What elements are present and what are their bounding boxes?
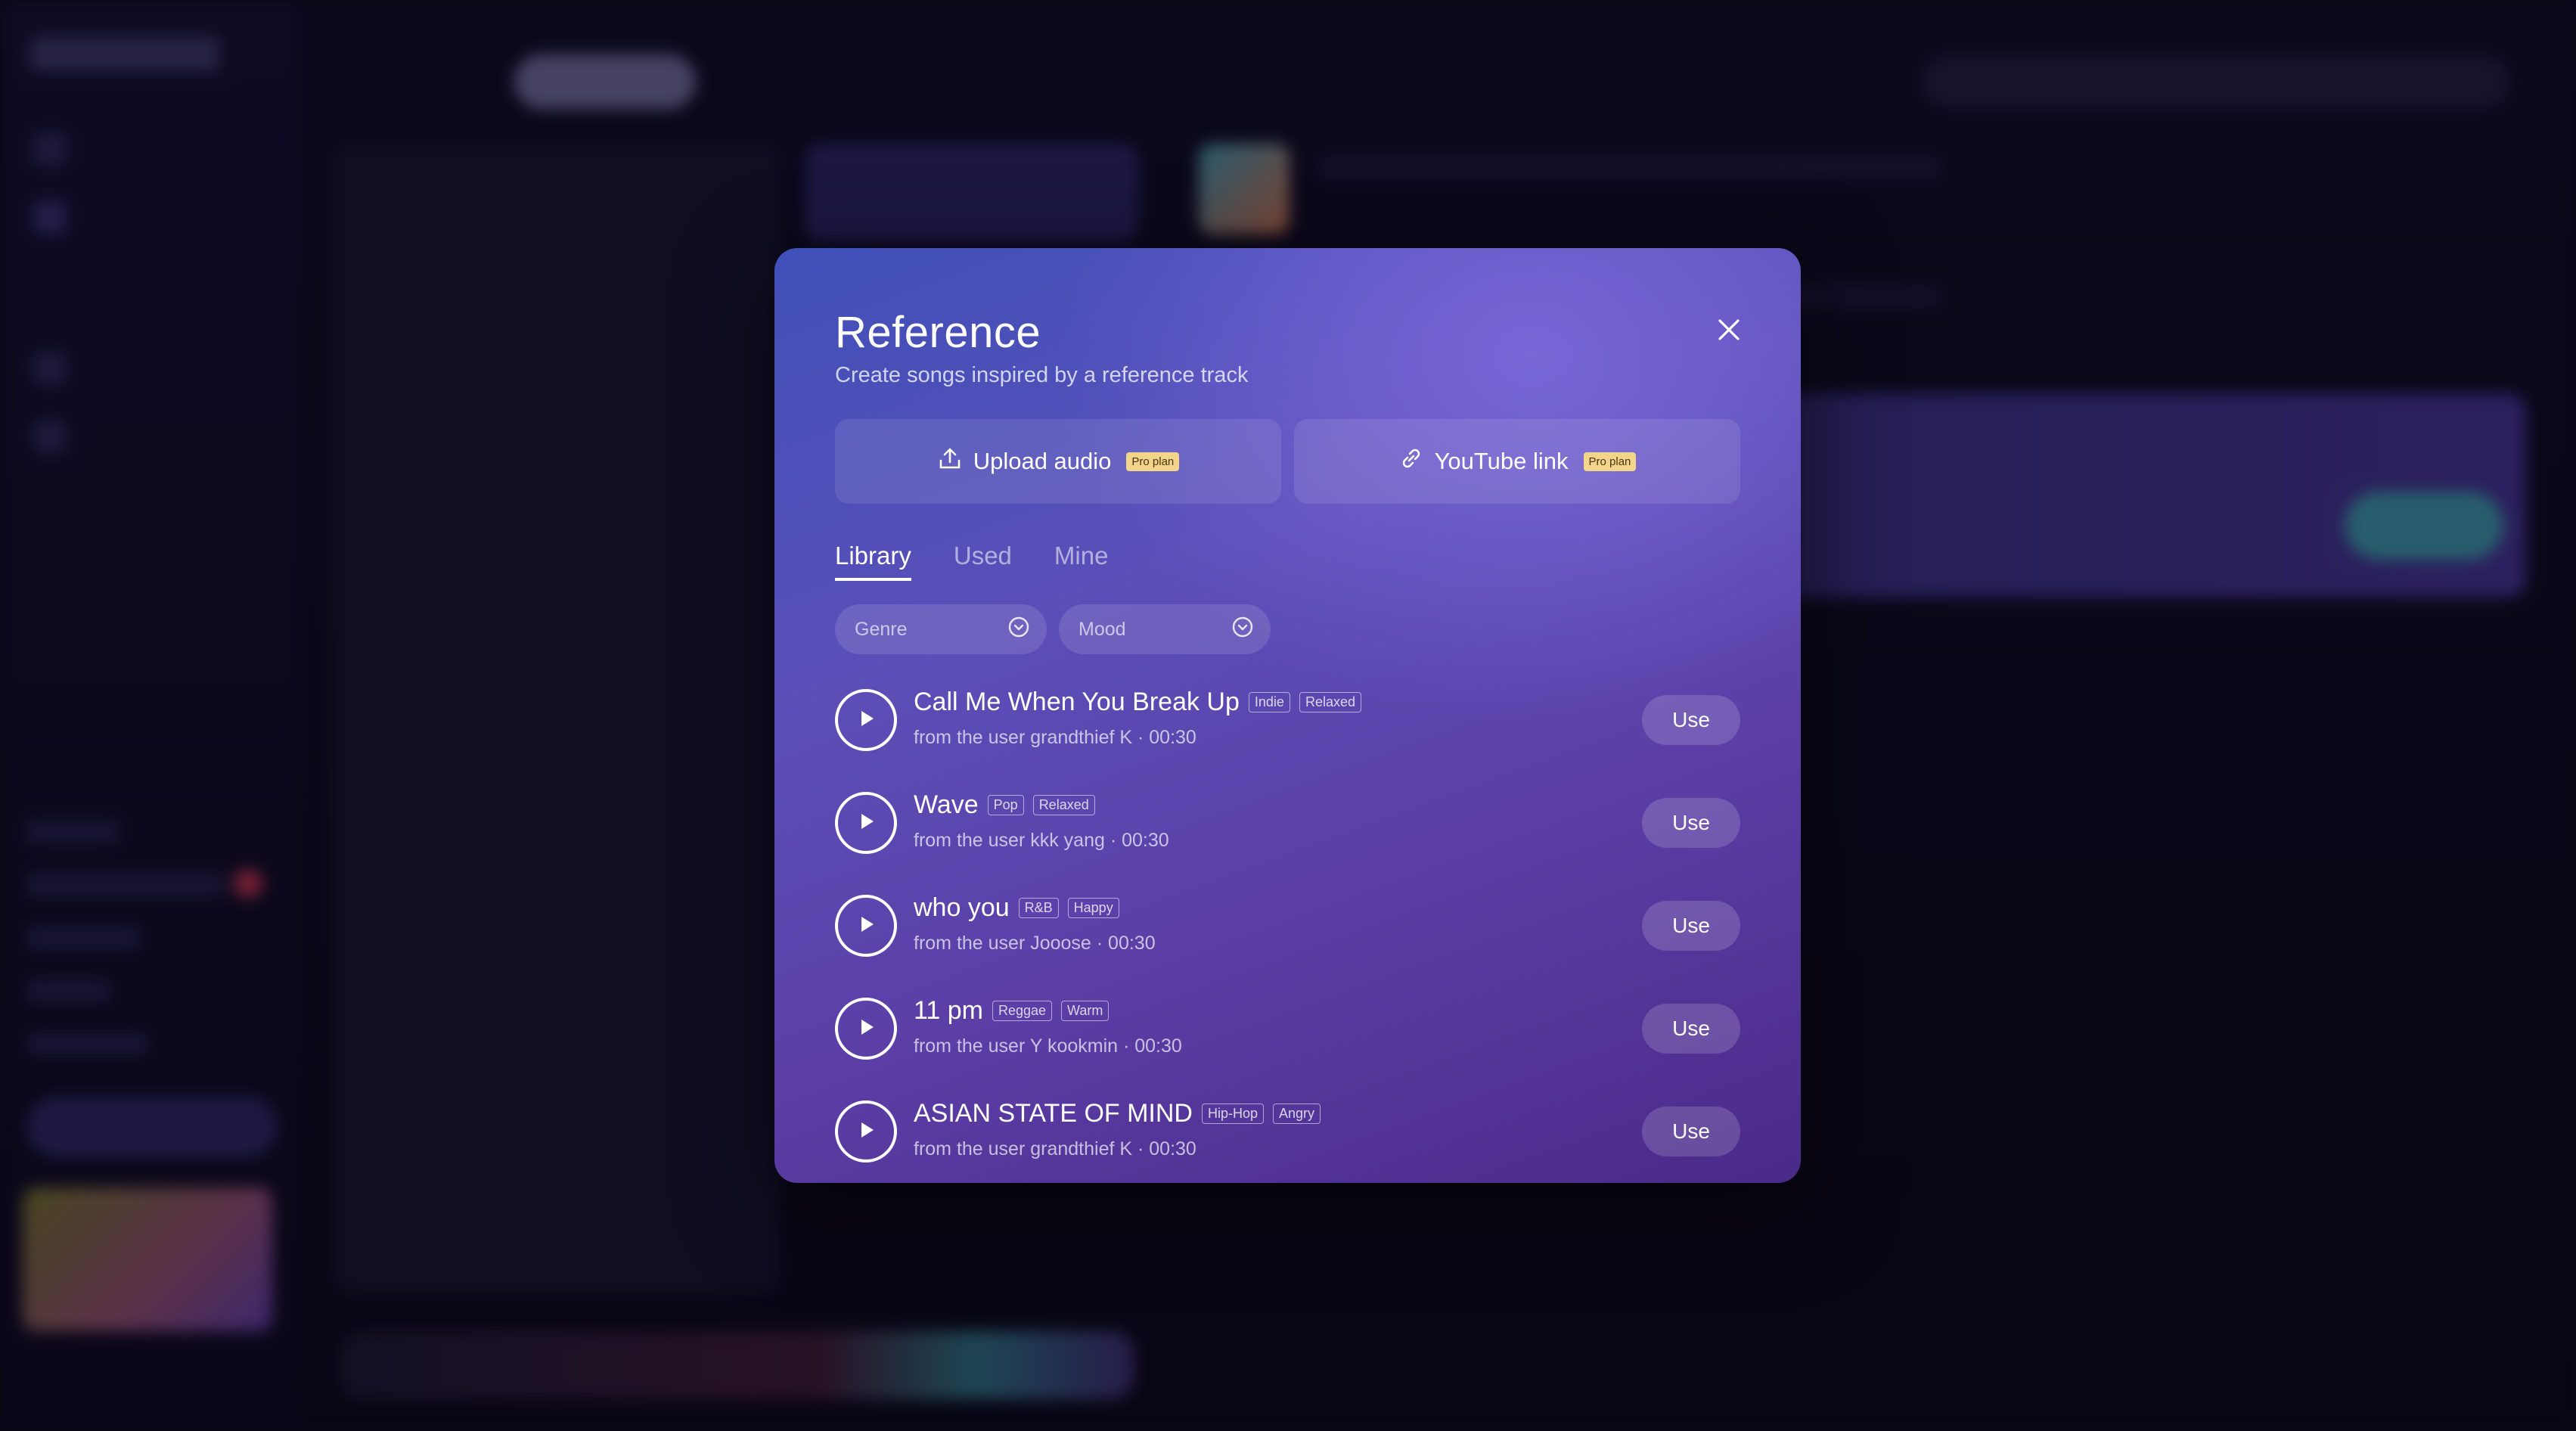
mood-tag: Relaxed — [1299, 691, 1361, 713]
mood-tag: Warm — [1061, 1000, 1110, 1022]
tab-used[interactable]: Used — [954, 542, 1012, 581]
track-row: Call Me When You Break Up Indie Relaxed … — [835, 683, 1740, 759]
use-button[interactable]: Use — [1642, 1004, 1740, 1054]
genre-tag: R&B — [1018, 897, 1059, 919]
upload-audio-button[interactable]: Upload audio Pro plan — [835, 419, 1281, 504]
play-icon — [855, 810, 877, 837]
genre-tag: Hip-Hop — [1202, 1103, 1265, 1125]
pro-plan-badge: Pro plan — [1583, 452, 1637, 471]
play-button[interactable] — [835, 792, 897, 854]
track-title: Call Me When You Break Up — [914, 688, 1240, 716]
play-button[interactable] — [835, 1100, 897, 1162]
track-meta: from the user grandthief K · 00:30 — [914, 1138, 1196, 1159]
track-meta: from the user Jooose · 00:30 — [914, 933, 1156, 954]
tab-library[interactable]: Library — [835, 542, 911, 581]
link-icon — [1398, 445, 1424, 477]
play-icon — [855, 1119, 877, 1145]
track-row: who you R&B Happy from the user Jooose ·… — [835, 889, 1740, 964]
use-button[interactable]: Use — [1642, 798, 1740, 848]
modal-subtitle: Create songs inspired by a reference tra… — [835, 363, 1249, 387]
genre-tag: Indie — [1248, 691, 1290, 713]
upload-audio-label: Upload audio — [973, 448, 1112, 474]
play-button[interactable] — [835, 998, 897, 1060]
mood-tag: Relaxed — [1032, 794, 1095, 816]
use-button[interactable]: Use — [1642, 1107, 1740, 1156]
track-title: 11 pm — [914, 996, 983, 1025]
pro-plan-badge: Pro plan — [1126, 452, 1180, 471]
mood-tag: Angry — [1273, 1103, 1321, 1125]
play-icon — [855, 1016, 877, 1042]
mood-tag: Happy — [1067, 897, 1119, 919]
play-icon — [855, 707, 877, 734]
tab-mine[interactable]: Mine — [1054, 542, 1109, 581]
track-row: ASIAN STATE OF MIND Hip-Hop Angry from t… — [835, 1094, 1740, 1170]
track-title: who you — [914, 893, 1010, 922]
track-meta: from the user kkk yang · 00:30 — [914, 830, 1169, 851]
upload-icon — [937, 445, 963, 477]
genre-tag: Reggae — [992, 1000, 1053, 1022]
library-tabs: Library Used Mine — [835, 542, 1108, 581]
youtube-link-button[interactable]: YouTube link Pro plan — [1294, 419, 1740, 504]
mood-filter[interactable]: Mood — [1059, 604, 1271, 654]
chevron-down-icon — [1007, 616, 1030, 644]
close-icon — [1718, 318, 1740, 345]
use-button[interactable]: Use — [1642, 695, 1740, 745]
play-button[interactable] — [835, 895, 897, 957]
track-title: Wave — [914, 790, 979, 819]
youtube-link-label: YouTube link — [1434, 448, 1569, 474]
play-icon — [855, 913, 877, 939]
track-title: ASIAN STATE OF MIND — [914, 1099, 1193, 1128]
close-button[interactable] — [1708, 310, 1750, 352]
track-row: 11 pm Reggae Warm from the user Y kookmi… — [835, 992, 1740, 1067]
modal-title: Reference — [835, 308, 1041, 357]
mood-filter-label: Mood — [1079, 618, 1126, 640]
play-button[interactable] — [835, 689, 897, 751]
track-meta: from the user grandthief K · 00:30 — [914, 727, 1196, 748]
use-button[interactable]: Use — [1642, 901, 1740, 951]
track-row: Wave Pop Relaxed from the user kkk yang … — [835, 786, 1740, 861]
track-meta: from the user Y kookmin · 00:30 — [914, 1035, 1182, 1057]
genre-filter-label: Genre — [855, 618, 908, 640]
chevron-down-icon — [1231, 616, 1254, 644]
genre-tag: Pop — [987, 794, 1024, 816]
reference-modal: Reference Create songs inspired by a ref… — [774, 248, 1801, 1183]
genre-filter[interactable]: Genre — [835, 604, 1047, 654]
